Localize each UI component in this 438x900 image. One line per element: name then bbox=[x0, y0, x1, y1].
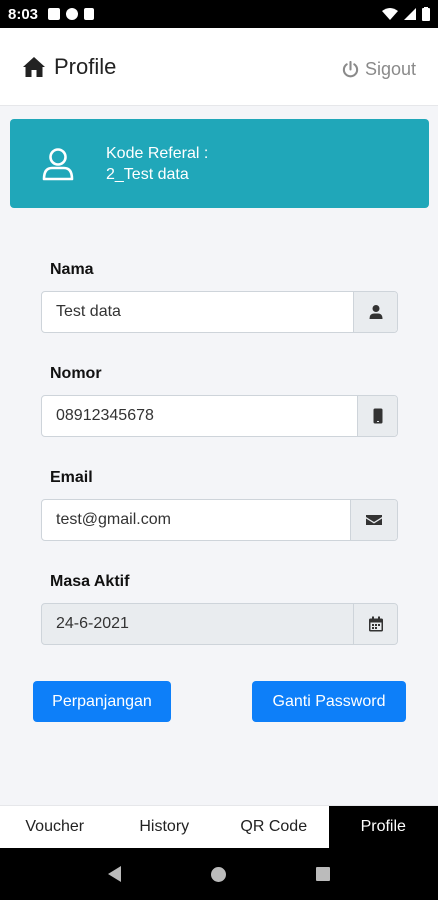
sync-notification-icon bbox=[66, 8, 79, 20]
app-notification-icon bbox=[48, 8, 61, 20]
email-addon bbox=[350, 500, 397, 540]
mobile-phone-icon bbox=[373, 408, 382, 424]
tab-profile[interactable]: Profile bbox=[328, 806, 438, 848]
email-input-group bbox=[41, 499, 398, 541]
signal-icon bbox=[404, 8, 416, 20]
home-circle-icon[interactable] bbox=[211, 866, 226, 882]
nomor-field: Nomor bbox=[41, 362, 398, 437]
tab-qr-code[interactable]: QR Code bbox=[219, 806, 329, 848]
page-title: Profile bbox=[54, 53, 117, 79]
system-nav-bar bbox=[0, 848, 438, 900]
nama-field: Nama bbox=[41, 258, 398, 333]
masa-aktif-label: Masa Aktif bbox=[50, 573, 130, 590]
extend-button[interactable]: Perpanjangan bbox=[33, 681, 171, 722]
nomor-addon bbox=[357, 396, 397, 436]
back-icon[interactable] bbox=[108, 866, 121, 882]
calendar-icon bbox=[368, 616, 383, 632]
header-title-group: Profile bbox=[22, 54, 116, 80]
nama-label: Nama bbox=[50, 261, 94, 278]
person-icon bbox=[369, 305, 382, 319]
change-password-button[interactable]: Ganti Password bbox=[252, 681, 406, 722]
nomor-input[interactable] bbox=[42, 396, 357, 436]
power-icon bbox=[342, 61, 359, 78]
signout-button[interactable]: Sigout bbox=[342, 59, 416, 80]
referral-code: 2_Test data bbox=[106, 165, 189, 183]
nama-input[interactable] bbox=[42, 292, 353, 332]
home-icon bbox=[23, 56, 45, 77]
wifi-icon bbox=[382, 8, 398, 20]
email-input[interactable] bbox=[42, 500, 350, 540]
email-field: Email bbox=[41, 466, 398, 541]
bottom-tab-bar: Voucher History QR Code Profile bbox=[0, 805, 438, 848]
profile-form: Nama Nomor Email Masa Aktif bbox=[41, 258, 398, 645]
referral-label: Kode Referal : bbox=[106, 144, 209, 162]
system-icons bbox=[382, 7, 430, 21]
referral-card: Kode Referal : 2_Test data bbox=[10, 119, 429, 208]
nama-addon bbox=[353, 292, 397, 332]
tab-history[interactable]: History bbox=[110, 806, 220, 848]
email-label: Email bbox=[50, 469, 93, 486]
masa-aktif-field: Masa Aktif bbox=[41, 570, 398, 645]
nomor-label: Nomor bbox=[50, 365, 102, 382]
battery-icon bbox=[422, 7, 430, 21]
status-bar: 8:03 bbox=[0, 0, 438, 28]
masa-aktif-input bbox=[42, 604, 353, 644]
user-icon bbox=[42, 147, 74, 180]
masa-aktif-input-group bbox=[41, 603, 398, 645]
envelope-icon bbox=[366, 515, 382, 525]
notification-icons bbox=[48, 8, 95, 20]
app-header: Profile Sigout bbox=[0, 28, 438, 106]
referral-text: Kode Referal : 2_Test data bbox=[106, 143, 208, 185]
sd-card-icon bbox=[84, 8, 95, 20]
recent-apps-icon[interactable] bbox=[316, 867, 330, 881]
masa-aktif-addon bbox=[353, 604, 397, 644]
status-time: 8:03 bbox=[8, 5, 39, 23]
nama-input-group bbox=[41, 291, 398, 333]
nomor-input-group bbox=[41, 395, 398, 437]
signout-label: Sigout bbox=[364, 59, 416, 79]
tab-voucher[interactable]: Voucher bbox=[0, 806, 110, 848]
